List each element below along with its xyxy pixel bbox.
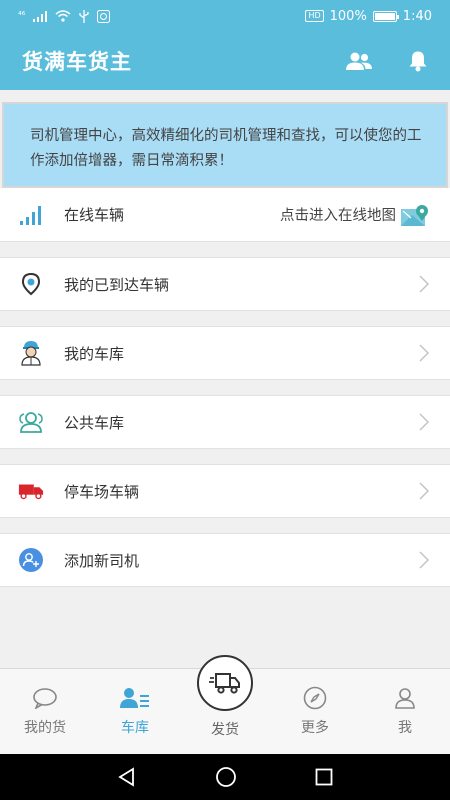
menu-item-label: 我的已到达车辆 bbox=[64, 275, 170, 294]
menu-item-label: 公共车库 bbox=[64, 413, 125, 432]
chevron-right-icon bbox=[419, 275, 430, 293]
delivery-truck-icon bbox=[209, 673, 240, 694]
chevron-right-icon bbox=[419, 551, 430, 569]
bottom-tab-bar: 我的货 车库 发货 更多 我 bbox=[0, 655, 450, 754]
notice-text: 司机管理中心，高效精细化的司机管理和查找，可以使您的工作添加倍增器，需日常滴积累… bbox=[30, 128, 422, 169]
menu-item-add-driver[interactable]: 添加新司机 bbox=[0, 533, 450, 587]
menu-item-my-garage[interactable]: 我的车库 bbox=[0, 326, 450, 380]
network-type: ⁴⁶ bbox=[18, 11, 26, 21]
recents-icon[interactable] bbox=[315, 768, 333, 786]
tab-more[interactable]: 更多 bbox=[270, 685, 360, 737]
clock: 1:40 bbox=[402, 8, 432, 24]
person-icon bbox=[395, 688, 415, 709]
tab-ship[interactable]: 发货 bbox=[184, 655, 266, 739]
notice-banner: 司机管理中心，高效精细化的司机管理和查找，可以使您的工作添加倍增器，需日常滴积累… bbox=[2, 102, 448, 188]
wifi-icon bbox=[55, 10, 71, 22]
back-icon[interactable] bbox=[117, 767, 137, 787]
tab-garage[interactable]: 车库 bbox=[90, 685, 180, 737]
menu-item-public-garage[interactable]: 公共车库 bbox=[0, 395, 450, 449]
page-title: 货满车货主 bbox=[22, 50, 132, 74]
tab-label: 发货 bbox=[211, 722, 239, 738]
signal-bars-icon bbox=[18, 202, 44, 228]
home-icon[interactable] bbox=[215, 766, 237, 788]
menu-item-label: 添加新司机 bbox=[64, 551, 140, 570]
chevron-right-icon bbox=[419, 344, 430, 362]
bell-icon[interactable] bbox=[408, 50, 428, 72]
app-notification-icon bbox=[97, 9, 111, 23]
tab-label: 车库 bbox=[121, 720, 149, 736]
battery-icon bbox=[372, 10, 399, 22]
driver-avatar-icon bbox=[18, 340, 44, 366]
ship-button[interactable] bbox=[197, 655, 253, 711]
status-bar: ⁴⁶ HD 100% 1:40 bbox=[0, 0, 450, 32]
chat-bubble-icon bbox=[33, 688, 57, 709]
tab-label: 我 bbox=[398, 720, 412, 736]
tab-me[interactable]: 我 bbox=[360, 685, 450, 737]
signal-icon bbox=[33, 10, 48, 22]
app-header: 货满车货主 bbox=[0, 32, 450, 90]
system-nav-bar bbox=[0, 754, 450, 800]
truck-icon bbox=[18, 478, 44, 504]
menu-item-label: 在线车辆 bbox=[64, 206, 125, 224]
map-pin-icon bbox=[401, 204, 428, 226]
tab-my-goods[interactable]: 我的货 bbox=[0, 685, 90, 737]
menu-item-label: 我的车库 bbox=[64, 344, 125, 363]
chevron-right-icon bbox=[419, 482, 430, 500]
tab-label: 更多 bbox=[301, 720, 329, 736]
user-list-icon bbox=[120, 688, 149, 708]
menu-item-parking-vehicles[interactable]: 停车场车辆 bbox=[0, 464, 450, 518]
menu-item-arrived-vehicles[interactable]: 我的已到达车辆 bbox=[0, 257, 450, 311]
chevron-right-icon bbox=[419, 413, 430, 431]
battery-text: 100% bbox=[329, 8, 367, 24]
usb-icon bbox=[79, 9, 89, 23]
menu-item-label: 停车场车辆 bbox=[64, 482, 140, 501]
compass-icon bbox=[303, 686, 327, 710]
tab-label: 我的货 bbox=[24, 720, 66, 736]
location-pin-icon bbox=[18, 271, 44, 297]
online-map-link[interactable]: 点击进入在线地图 bbox=[280, 204, 396, 225]
add-user-icon bbox=[18, 547, 44, 573]
group-users-icon bbox=[18, 409, 44, 435]
menu-item-online-vehicles[interactable]: 在线车辆 点击进入在线地图 bbox=[0, 188, 450, 242]
hd-badge: HD bbox=[305, 10, 324, 22]
contacts-icon[interactable] bbox=[346, 51, 372, 71]
